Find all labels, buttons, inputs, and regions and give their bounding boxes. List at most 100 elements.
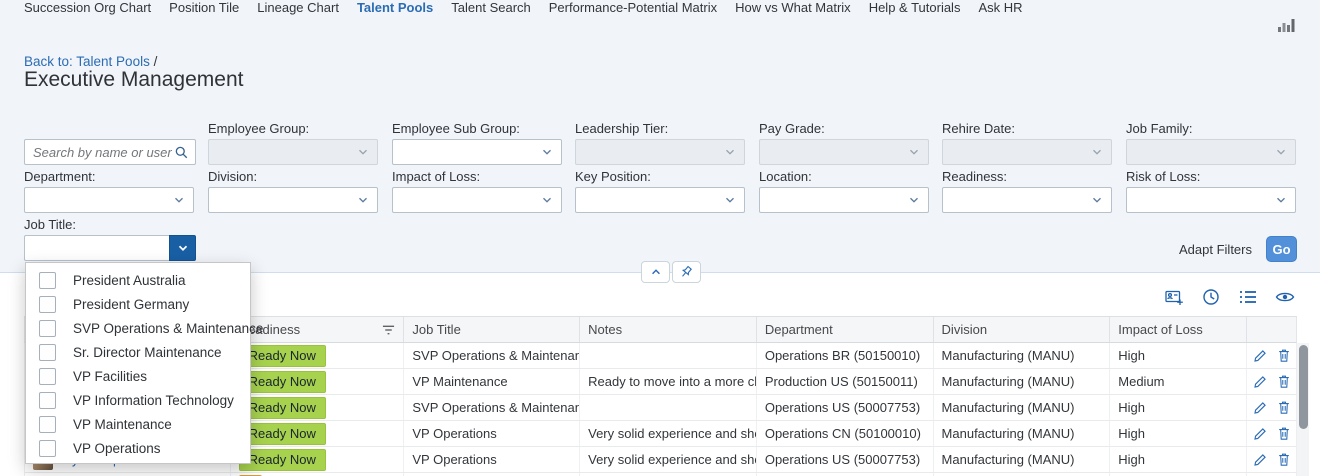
job-title-label: Job Title: [24, 217, 77, 232]
pin-filter-bar-button[interactable] [672, 261, 701, 283]
nav-item-talent-search[interactable]: Talent Search [451, 0, 531, 16]
edit-button[interactable] [1253, 348, 1267, 364]
delete-button[interactable] [1277, 426, 1291, 442]
dropdown-option-label: VP Maintenance [73, 416, 172, 432]
show-eye-icon [1275, 292, 1295, 302]
pay-grade-select[interactable] [759, 139, 929, 165]
checkbox[interactable] [39, 367, 56, 385]
edit-button[interactable] [1253, 400, 1267, 416]
division-cell: Manufacturing (MANU) [934, 395, 1111, 420]
division-cell: Manufacturing (MANU) [934, 343, 1111, 368]
column-header-department[interactable]: Department [757, 317, 934, 342]
impact-of-loss-cell: Medium [1110, 369, 1248, 394]
dropdown-option-label: VP Information Technology [73, 392, 234, 408]
nav-item-ask-hr[interactable]: Ask HR [978, 0, 1022, 16]
nav-item-performance-potential-matrix[interactable]: Performance-Potential Matrix [549, 0, 717, 16]
location-select[interactable] [759, 187, 929, 213]
dropdown-option[interactable]: VP Maintenance [26, 412, 250, 436]
column-header-notes[interactable]: Notes [580, 317, 757, 342]
nav-item-position-tile[interactable]: Position Tile [169, 0, 239, 16]
job-title-cell: SVP Operations & Maintenance [404, 343, 581, 368]
employee-group-select[interactable] [208, 139, 378, 165]
dropdown-option-label: SVP Operations & Maintenance [73, 320, 264, 336]
employee-sub-group-select[interactable] [392, 139, 562, 165]
table-toolbar [1164, 287, 1295, 307]
key-position-select[interactable] [575, 187, 745, 213]
job-family-select[interactable] [1126, 139, 1296, 165]
dropdown-option[interactable]: President Australia [26, 268, 250, 292]
delete-button[interactable] [1277, 348, 1291, 364]
column-header-division[interactable]: Division [934, 317, 1111, 342]
impact-of-loss-cell: High [1110, 447, 1248, 472]
delete-trash-icon [1278, 349, 1289, 362]
dropdown-option[interactable]: VP Operations [26, 436, 250, 460]
delete-button[interactable] [1277, 452, 1291, 468]
bar-chart-icon[interactable] [1276, 16, 1298, 34]
edit-pencil-icon [1253, 401, 1266, 414]
leadership-tier-select[interactable] [575, 139, 745, 165]
edit-button[interactable] [1253, 452, 1267, 468]
breadcrumb-separator: / [149, 54, 158, 69]
column-header-impact-of-loss[interactable]: Impact of Loss [1110, 317, 1248, 342]
nav-item-talent-pools[interactable]: Talent Pools [357, 0, 433, 16]
dropdown-option[interactable]: VP Facilities [26, 364, 250, 388]
edit-button[interactable] [1253, 426, 1267, 442]
job-title-input[interactable] [24, 235, 170, 261]
filter-funnel-icon[interactable] [382, 324, 395, 336]
division-cell: Manufacturing (MANU) [934, 421, 1111, 446]
key-position-label: Key Position: [575, 169, 651, 184]
search-input[interactable] [31, 143, 174, 161]
readiness-badge: Ready Now [238, 370, 326, 393]
dropdown-option[interactable]: SVP Operations & Maintenance [26, 316, 263, 340]
checkbox[interactable] [39, 391, 56, 409]
delete-trash-icon [1278, 401, 1289, 414]
notes-cell [580, 343, 757, 368]
checkbox[interactable] [39, 415, 56, 433]
search-icon[interactable] [174, 145, 189, 160]
history-button[interactable] [1201, 287, 1221, 307]
adapt-filters-button[interactable]: Adapt Filters [1179, 242, 1252, 257]
checkbox[interactable] [39, 271, 56, 289]
delete-button[interactable] [1277, 374, 1291, 390]
checkbox[interactable] [39, 343, 56, 361]
dropdown-option[interactable]: President Germany [26, 292, 250, 316]
edit-pencil-icon [1253, 427, 1266, 440]
show-button[interactable] [1275, 287, 1295, 307]
readiness-select[interactable] [942, 187, 1112, 213]
nav-item-succession-org-chart[interactable]: Succession Org Chart [24, 0, 151, 16]
division-select[interactable] [208, 187, 378, 213]
column-header-job-title[interactable]: Job Title [404, 317, 581, 342]
notes-cell: Very solid experience and shou... [580, 447, 757, 472]
history-clock-icon [1203, 289, 1219, 305]
job-title-cell: VP Operations [404, 447, 581, 472]
notes-cell [580, 395, 757, 420]
list-view-button[interactable] [1238, 287, 1258, 307]
nav-item-lineage-chart[interactable]: Lineage Chart [257, 0, 339, 16]
department-select[interactable] [24, 187, 194, 213]
checkbox[interactable] [39, 295, 56, 313]
scrollbar-thumb[interactable] [1298, 345, 1308, 429]
rehire-date-select[interactable] [942, 139, 1112, 165]
go-button[interactable]: Go [1266, 236, 1297, 262]
delete-button[interactable] [1277, 400, 1291, 416]
add-to-pool-button[interactable] [1164, 287, 1184, 307]
dropdown-option-label: Sr. Director Maintenance [73, 344, 222, 360]
impact-of-loss-select[interactable] [392, 187, 562, 213]
job-title-dropdown-toggle[interactable] [169, 235, 196, 261]
nav-item-how-vs-what-matrix[interactable]: How vs What Matrix [735, 0, 851, 16]
chevron-down-icon [175, 197, 183, 203]
dropdown-option[interactable]: VP Information Technology [26, 388, 250, 412]
back-to-talent-pools-link[interactable]: Back to: Talent Pools [24, 54, 150, 69]
pin-icon [681, 265, 693, 277]
risk-of-loss-select[interactable] [1126, 187, 1296, 213]
nav-item-help-tutorials[interactable]: Help & Tutorials [869, 0, 961, 16]
checkbox[interactable] [39, 319, 56, 337]
checkbox[interactable] [39, 439, 56, 457]
collapse-filter-bar-button[interactable] [641, 261, 670, 283]
table-scrollbar[interactable] [1297, 343, 1309, 476]
dropdown-option[interactable]: Sr. Director Maintenance [26, 340, 250, 364]
edit-button[interactable] [1253, 374, 1267, 390]
department-cell: Operations US (50007753) [757, 447, 934, 472]
job-family-label: Job Family: [1126, 121, 1193, 136]
readiness-badge: Ready Now [238, 396, 326, 419]
